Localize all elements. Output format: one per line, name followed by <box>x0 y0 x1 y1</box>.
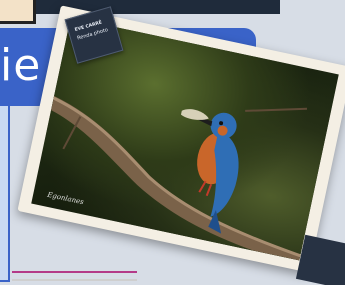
accent-line <box>12 271 137 273</box>
screenshot-scene: ie Egonlanes EVE CARRÉ Renda photo <box>0 0 345 285</box>
twig <box>245 107 308 112</box>
photo-print: Egonlanes <box>17 5 345 273</box>
branch <box>41 91 307 261</box>
divider-line <box>12 279 137 281</box>
banner-text: ie <box>0 40 42 91</box>
dark-edge-piece <box>295 234 345 285</box>
left-panel <box>0 104 10 282</box>
top-frame <box>0 0 36 24</box>
